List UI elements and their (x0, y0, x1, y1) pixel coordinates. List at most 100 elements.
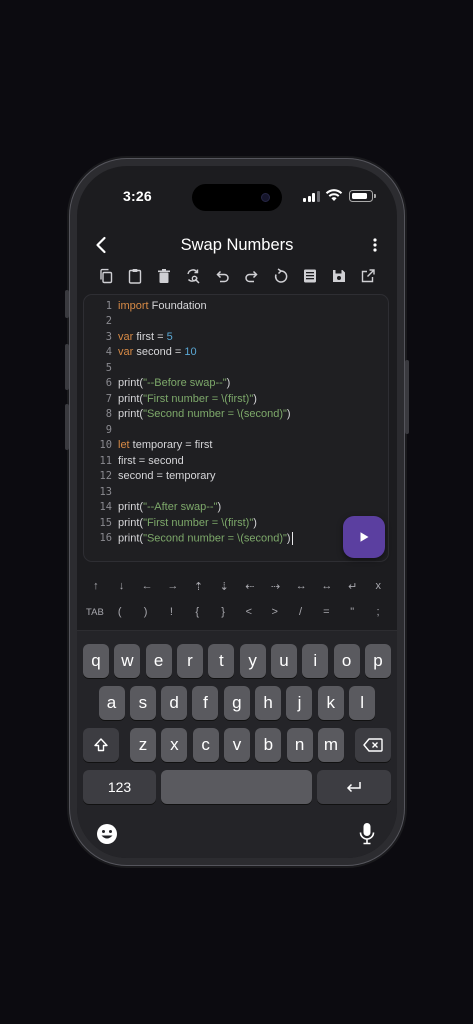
code-token: "Second number = \(second)" (143, 532, 287, 545)
redo-icon (244, 270, 258, 283)
key-u[interactable]: u (270, 644, 297, 678)
backspace-key[interactable] (355, 728, 391, 762)
line-code: first = second (118, 455, 184, 467)
accessory-key[interactable]: ⇡ (186, 580, 212, 593)
accessory-key[interactable]: ; (365, 606, 391, 618)
numbers-key[interactable]: 123 (83, 770, 156, 804)
accessory-row-arrows: ↑ ↓ ← → ⇡ ⇣ ⇠ ⇢ ↔ ↔ ↵ x (83, 575, 391, 597)
key-m[interactable]: m (317, 728, 344, 762)
accessory-key[interactable]: x (365, 580, 391, 592)
code-token: ) (217, 501, 222, 514)
paste-button[interactable] (124, 265, 146, 287)
document-button[interactable] (299, 265, 321, 287)
line-code: var second = 10 (118, 346, 197, 358)
code-token: first = second (118, 454, 184, 467)
save-button[interactable] (328, 265, 350, 287)
emoji-button[interactable] (96, 823, 118, 845)
camera-icon (261, 193, 270, 202)
accessory-key[interactable]: ( (107, 606, 133, 618)
code-token: print( (118, 501, 144, 514)
key-c[interactable]: c (192, 728, 219, 762)
code-token: "First number = \(first)" (143, 392, 254, 405)
accessory-key[interactable]: ) (133, 606, 159, 618)
line-code: second = temporary (118, 470, 216, 482)
text-cursor (291, 531, 293, 545)
key-i[interactable]: i (302, 644, 329, 678)
return-key[interactable] (317, 770, 391, 804)
shift-key[interactable] (83, 728, 119, 762)
code-token: second = (133, 346, 185, 359)
volume-down-button (65, 404, 69, 450)
line-number: 11 (99, 454, 112, 467)
accessory-key[interactable]: ← (134, 580, 160, 592)
undo-button[interactable] (211, 265, 233, 287)
accessory-key[interactable]: ⇢ (263, 580, 289, 593)
code-token: "First number = \(first)" (143, 516, 254, 529)
line-code: print("--Before swap--") (118, 377, 230, 389)
key-l[interactable]: l (349, 686, 376, 720)
space-key[interactable] (161, 770, 312, 804)
find-replace-button[interactable] (182, 265, 204, 287)
accessory-key[interactable]: > (262, 606, 288, 618)
delete-button[interactable] (153, 265, 175, 287)
accessory-key[interactable]: → (160, 580, 186, 592)
accessory-key[interactable]: TAB (83, 607, 107, 618)
code-token: "Second number = \(second)" (143, 408, 287, 421)
accessory-key[interactable]: ⇠ (237, 580, 263, 593)
key-k[interactable]: k (317, 686, 344, 720)
key-s[interactable]: s (129, 686, 156, 720)
accessory-key[interactable]: ↔ (288, 580, 314, 592)
key-g[interactable]: g (223, 686, 250, 720)
accessory-key[interactable]: < (236, 606, 262, 618)
accessory-key[interactable]: ↔ (314, 580, 340, 592)
key-r[interactable]: r (176, 644, 203, 678)
find-replace-icon (187, 269, 200, 284)
accessory-key[interactable]: ⇣ (211, 580, 237, 593)
back-button[interactable] (87, 231, 115, 259)
key-j[interactable]: j (286, 686, 313, 720)
copy-button[interactable] (95, 265, 117, 287)
accessory-key[interactable]: ↑ (83, 580, 109, 592)
more-vertical-icon (373, 238, 377, 252)
key-z[interactable]: z (130, 728, 156, 762)
key-d[interactable]: d (161, 686, 188, 720)
editor-toolbar (89, 261, 385, 291)
code-line: 4 var second = 10 (84, 345, 388, 361)
key-p[interactable]: p (364, 644, 391, 678)
key-v[interactable]: v (223, 728, 250, 762)
accessory-key[interactable]: / (288, 606, 314, 618)
dictation-button[interactable] (359, 822, 375, 846)
key-x[interactable]: x (161, 728, 188, 762)
accessory-key[interactable]: } (210, 606, 236, 618)
accessory-key[interactable]: = (313, 606, 339, 618)
accessory-key[interactable]: ! (159, 606, 185, 618)
cellular-signal-icon (303, 190, 321, 202)
key-t[interactable]: t (208, 644, 235, 678)
accessory-key[interactable]: ↵ (340, 580, 366, 593)
keyboard-row-2: asdfghjkl (77, 686, 397, 720)
run-button[interactable] (343, 516, 385, 558)
key-y[interactable]: y (239, 644, 266, 678)
key-a[interactable]: a (98, 686, 125, 720)
more-options-button[interactable] (365, 231, 385, 259)
accessory-key[interactable]: ↓ (109, 580, 135, 592)
reset-button[interactable] (270, 265, 292, 287)
share-button[interactable] (357, 265, 379, 287)
redo-button[interactable] (241, 265, 263, 287)
accessory-key[interactable]: { (184, 606, 210, 618)
accessory-key[interactable]: " (339, 606, 365, 618)
key-b[interactable]: b (255, 728, 282, 762)
key-h[interactable]: h (255, 686, 282, 720)
key-o[interactable]: o (333, 644, 360, 678)
key-n[interactable]: n (286, 728, 313, 762)
copy-icon (100, 268, 113, 284)
shift-icon (94, 738, 108, 752)
code-line: 11 first = second (84, 453, 388, 469)
key-f[interactable]: f (192, 686, 219, 720)
key-q[interactable]: q (83, 644, 109, 678)
line-code: print("--After swap--") (118, 501, 221, 513)
backspace-icon (363, 738, 383, 752)
key-e[interactable]: e (145, 644, 172, 678)
code-token: "--After swap--" (143, 501, 218, 514)
key-w[interactable]: w (114, 644, 141, 678)
